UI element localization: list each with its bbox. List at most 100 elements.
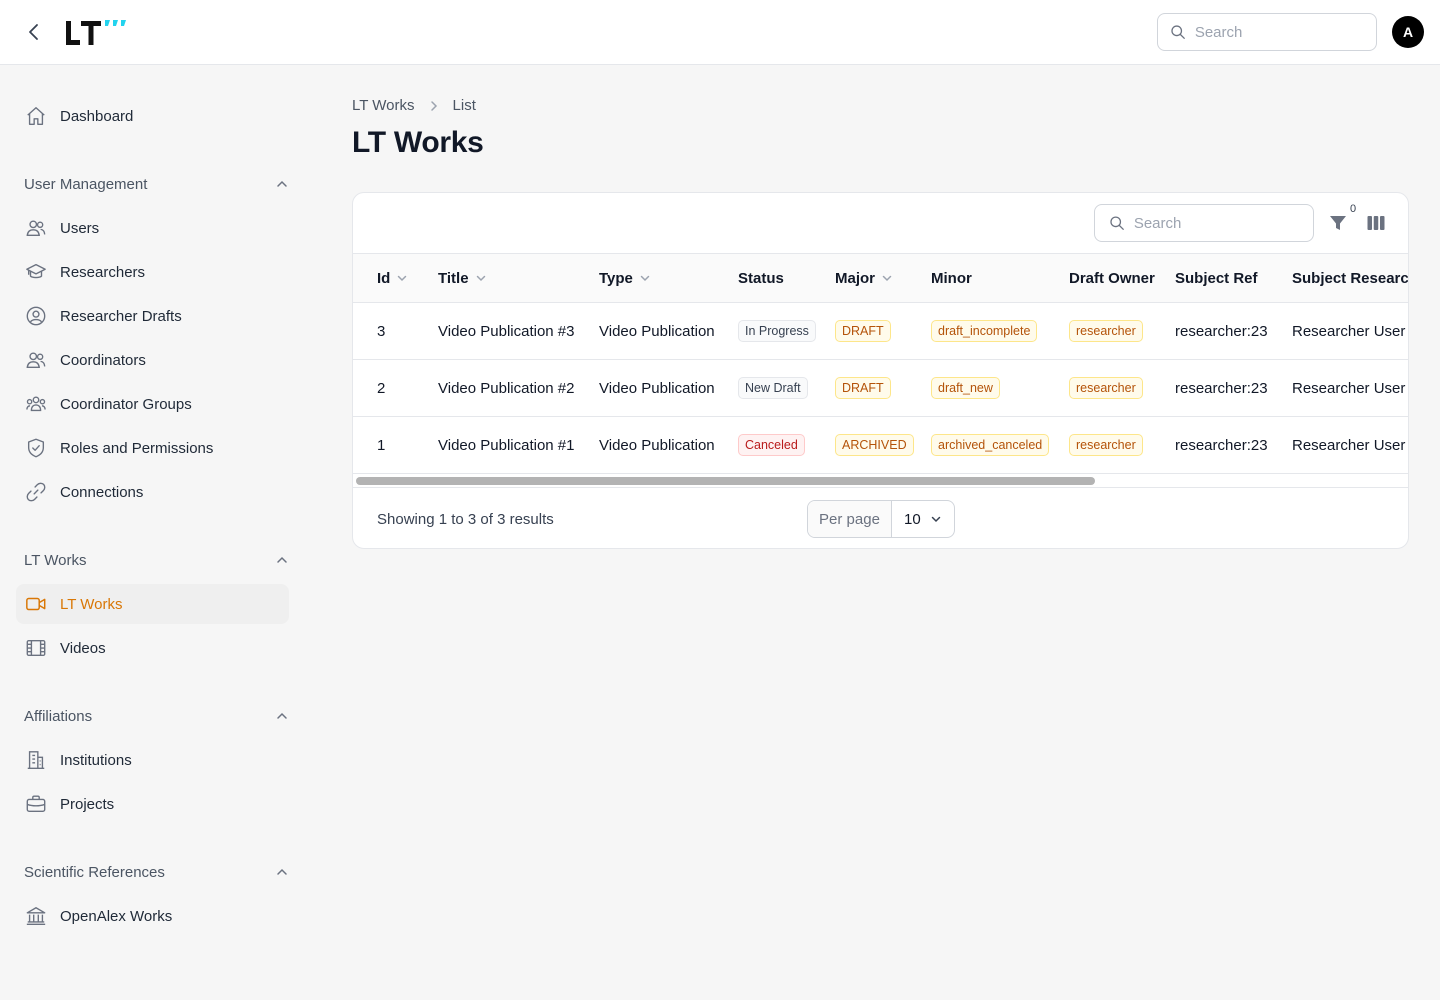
chevron-left-icon bbox=[29, 24, 38, 40]
global-search[interactable] bbox=[1157, 13, 1377, 51]
sidebar-item-label: Projects bbox=[60, 795, 115, 813]
sidebar-item-users[interactable]: Users bbox=[16, 208, 289, 248]
sidebar-item-label: Users bbox=[60, 219, 100, 237]
sidebar-item-dashboard[interactable]: Dashboard bbox=[16, 96, 289, 136]
sidebar-item-lt-works[interactable]: LT Works bbox=[16, 584, 289, 624]
table-row[interactable]: 1 Video Publication #1 Video Publication… bbox=[353, 417, 1408, 474]
link-icon bbox=[24, 480, 48, 504]
cell-subject-research: Researcher User bbox=[1292, 322, 1406, 340]
nav-group-scientific-references[interactable]: Scientific References bbox=[24, 860, 289, 884]
column-label: Minor bbox=[931, 269, 972, 287]
table-row[interactable]: 2 Video Publication #2 Video Publication… bbox=[353, 360, 1408, 417]
column-header-status: Status bbox=[738, 254, 784, 302]
per-page-label: Per page bbox=[808, 501, 892, 537]
horizontal-scrollbar[interactable] bbox=[353, 474, 1408, 488]
nav-group-user-management[interactable]: User Management bbox=[24, 172, 289, 196]
status-badge: In Progress bbox=[738, 320, 816, 342]
chevron-down-icon[interactable] bbox=[475, 272, 487, 284]
owner-badge: researcher bbox=[1069, 434, 1143, 456]
user-group-icon bbox=[24, 392, 48, 416]
per-page-select[interactable]: Per page 10 bbox=[807, 500, 955, 538]
shield-check-icon bbox=[24, 436, 48, 460]
cell-subject-ref: researcher:23 bbox=[1175, 379, 1268, 397]
minor-badge: archived_canceled bbox=[931, 434, 1050, 456]
breadcrumb-link-lt-works[interactable]: LT Works bbox=[352, 97, 415, 114]
cell-type: Video Publication bbox=[599, 379, 715, 397]
academic-cap-icon bbox=[24, 260, 48, 284]
film-icon bbox=[24, 636, 48, 660]
table-header: Id Title Type Status Major Minor Draft O… bbox=[353, 253, 1409, 303]
global-search-input[interactable] bbox=[1194, 23, 1376, 41]
column-header-title[interactable]: Title bbox=[438, 254, 487, 302]
cell-id: 2 bbox=[377, 379, 386, 397]
nav-group-affiliations[interactable]: Affiliations bbox=[24, 704, 289, 728]
back-button[interactable] bbox=[22, 20, 46, 44]
cell-subject-ref: researcher:23 bbox=[1175, 322, 1268, 340]
column-header-major[interactable]: Major bbox=[835, 254, 893, 302]
chevron-up-icon bbox=[277, 180, 287, 187]
sidebar-item-coordinator-groups[interactable]: Coordinator Groups bbox=[16, 384, 289, 424]
cell-type: Video Publication bbox=[599, 322, 715, 340]
sidebar-item-videos[interactable]: Videos bbox=[16, 628, 289, 668]
chevron-up-icon bbox=[277, 556, 287, 563]
status-badge: Canceled bbox=[738, 434, 805, 456]
chevron-down-icon[interactable] bbox=[639, 272, 651, 284]
scrollbar-thumb[interactable] bbox=[356, 477, 1095, 485]
user-avatar[interactable]: A bbox=[1392, 16, 1424, 48]
chevron-down-icon[interactable] bbox=[881, 272, 893, 284]
users-icon bbox=[24, 216, 48, 240]
video-camera-icon bbox=[24, 592, 48, 616]
cell-subject-research: Researcher User bbox=[1292, 379, 1406, 397]
user-circle-icon bbox=[24, 304, 48, 328]
column-label: Title bbox=[438, 269, 469, 287]
cell-subject-research: Researcher User bbox=[1292, 436, 1406, 454]
sidebar-item-label: Coordinator Groups bbox=[60, 395, 192, 413]
sidebar-item-openalex-works[interactable]: OpenAlex Works bbox=[16, 896, 289, 936]
cell-id: 1 bbox=[377, 436, 386, 454]
search-icon bbox=[1110, 216, 1124, 230]
chevron-up-icon bbox=[277, 868, 287, 875]
sidebar-item-researcher-drafts[interactable]: Researcher Drafts bbox=[16, 296, 289, 336]
sidebar-item-coordinators[interactable]: Coordinators bbox=[16, 340, 289, 380]
column-label: Subject Research bbox=[1292, 269, 1409, 287]
logo[interactable] bbox=[63, 16, 129, 48]
library-icon bbox=[24, 904, 48, 928]
sidebar-item-label: Roles and Permissions bbox=[60, 439, 214, 457]
cell-id: 3 bbox=[377, 322, 386, 340]
filter-button[interactable] bbox=[1327, 212, 1349, 234]
column-label: Major bbox=[835, 269, 876, 287]
sidebar-item-label: LT Works bbox=[60, 595, 123, 613]
sidebar-item-label: Dashboard bbox=[60, 107, 134, 125]
sidebar-item-connections[interactable]: Connections bbox=[16, 472, 289, 512]
owner-badge: researcher bbox=[1069, 320, 1143, 342]
sidebar-item-label: Coordinators bbox=[60, 351, 146, 369]
toggle-columns-button[interactable] bbox=[1365, 212, 1387, 234]
table-search[interactable] bbox=[1094, 204, 1314, 242]
search-icon bbox=[1171, 25, 1185, 39]
table-search-input[interactable] bbox=[1133, 214, 1313, 232]
home-icon bbox=[24, 104, 48, 128]
sidebar: Dashboard User Management Users Research… bbox=[0, 65, 305, 1000]
chevron-right-icon bbox=[427, 99, 441, 113]
sidebar-item-projects[interactable]: Projects bbox=[16, 784, 289, 824]
nav-group-label: User Management bbox=[24, 175, 148, 193]
cell-title: Video Publication #1 bbox=[438, 436, 575, 454]
nav-group-lt-works[interactable]: LT Works bbox=[24, 548, 289, 572]
briefcase-icon bbox=[24, 792, 48, 816]
column-header-id[interactable]: Id bbox=[377, 254, 408, 302]
column-label: Id bbox=[377, 269, 391, 287]
chevron-down-icon bbox=[931, 516, 941, 523]
major-badge: ARCHIVED bbox=[835, 434, 914, 456]
sidebar-item-researchers[interactable]: Researchers bbox=[16, 252, 289, 292]
sidebar-item-label: Researchers bbox=[60, 263, 146, 281]
owner-badge: researcher bbox=[1069, 377, 1143, 399]
breadcrumb-current: List bbox=[452, 97, 476, 114]
sidebar-item-roles-and-permissions[interactable]: Roles and Permissions bbox=[16, 428, 289, 468]
sidebar-item-institutions[interactable]: Institutions bbox=[16, 740, 289, 780]
column-header-draft-owner: Draft Owner bbox=[1069, 254, 1155, 302]
per-page-dropdown[interactable]: 10 bbox=[892, 501, 954, 537]
table-row[interactable]: 3 Video Publication #3 Video Publication… bbox=[353, 303, 1408, 360]
column-header-type[interactable]: Type bbox=[599, 254, 651, 302]
chevron-down-icon[interactable] bbox=[396, 272, 408, 284]
minor-badge: draft_new bbox=[931, 377, 1000, 399]
